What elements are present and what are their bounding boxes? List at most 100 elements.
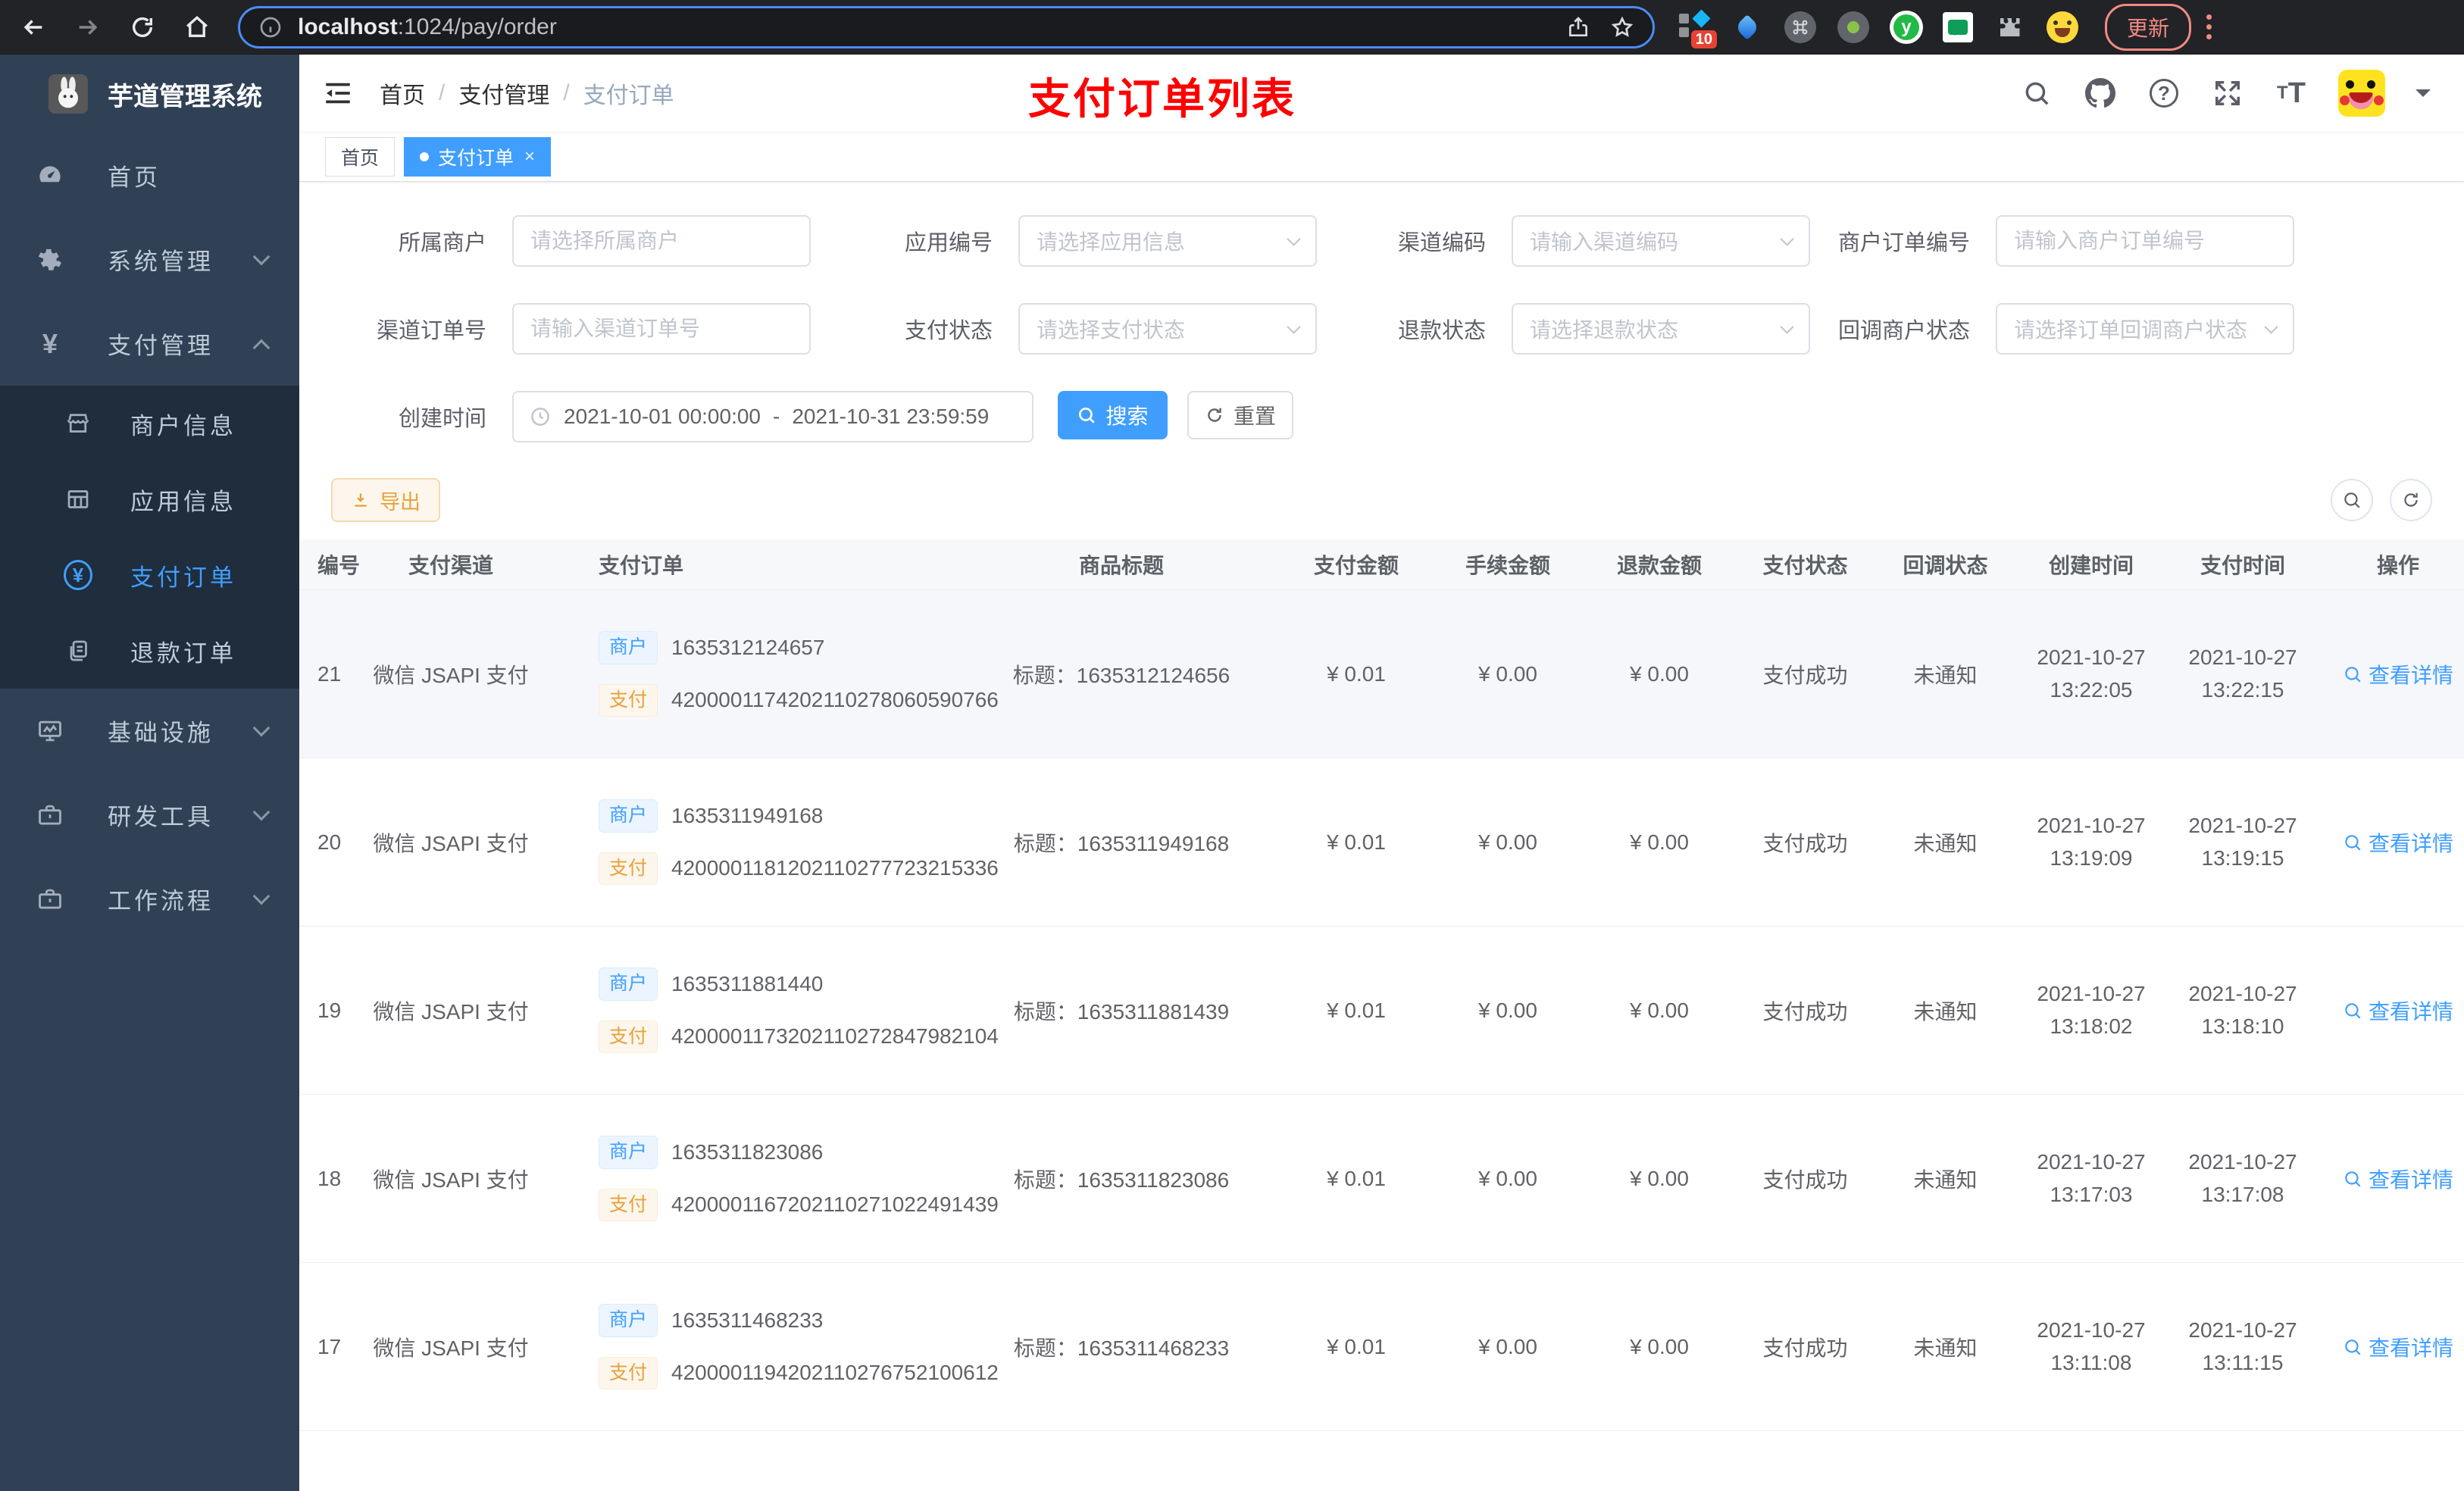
sidebar-item-home[interactable]: 首页 (0, 133, 299, 217)
pay-order-line: 支付 4200001181202110277723215336 (599, 852, 999, 885)
sidebar-item-app-info[interactable]: 应用信息 (0, 461, 299, 537)
cell-amount: ¥ 0.01 (1327, 661, 1386, 686)
extensions-puzzle-icon[interactable] (1993, 11, 2026, 44)
extension-y-icon[interactable]: y (1890, 10, 1923, 44)
refresh-table-button[interactable] (2390, 479, 2432, 521)
browser-update-button[interactable]: 更新 (2105, 3, 2192, 51)
cell-amount: ¥ 0.01 (1327, 1166, 1386, 1190)
browser-forward-button[interactable] (67, 6, 109, 48)
export-button[interactable]: 导出 (331, 478, 440, 522)
table-row: 20 微信 JSAPI 支付 商户 1635311949168 支付 42000… (299, 758, 2464, 927)
view-detail-link[interactable]: 查看详情 (2343, 659, 2453, 689)
address-bar[interactable]: localhost:1024/pay/order (238, 5, 1655, 48)
url-text[interactable]: localhost:1024/pay/order (298, 14, 1546, 40)
notify-status-select[interactable]: 请选择订单回调商户状态 (1996, 303, 2294, 355)
extension-chat-icon[interactable] (1943, 11, 1973, 42)
search-icon (1079, 408, 1096, 424)
tab-pay-order[interactable]: 支付订单 × (404, 137, 552, 177)
filter-refund-status: 退款状态 请选择退款状态 (1317, 303, 1810, 355)
dashboard-icon (35, 161, 65, 191)
app-logo[interactable]: 芋道管理系统 (0, 55, 299, 133)
table-row: 19 微信 JSAPI 支付 商户 1635311881440 支付 42000… (299, 927, 2464, 1095)
channel-order-no-input[interactable] (512, 303, 811, 355)
cell-refund: ¥ 0.00 (1630, 661, 1689, 686)
sidebar-collapse-icon[interactable] (322, 77, 354, 109)
filter-label: 渠道订单号 (376, 319, 486, 343)
forward-icon (79, 19, 98, 35)
merchant-input[interactable] (512, 215, 811, 267)
extension-command-icon[interactable] (1784, 11, 1817, 44)
reset-button[interactable]: 重置 (1187, 391, 1293, 439)
toggle-search-button[interactable] (2331, 479, 2373, 521)
filter-label: 渠道编码 (1397, 231, 1486, 255)
table-grid-icon (64, 485, 92, 514)
github-icon[interactable] (2084, 77, 2117, 110)
extensions-area: 10 y (1678, 8, 2079, 48)
merchant-order-no: 1635312124657 (671, 635, 825, 659)
merchant-order-no: 1635311823086 (671, 1139, 824, 1164)
cell-paid: 2021-10-27 13:11:15 (2188, 1318, 2297, 1374)
site-info-icon[interactable] (258, 15, 283, 39)
fullscreen-icon[interactable] (2211, 77, 2244, 110)
sidebar-item-payment[interactable]: ¥ 支付管理 (0, 302, 299, 386)
chevron-down-icon (1780, 319, 1794, 334)
refund-status-select[interactable]: 请选择退款状态 (1512, 303, 1810, 355)
merchant-order-no-field[interactable] (2014, 229, 2276, 253)
app-id-select[interactable]: 请选择应用信息 (1018, 215, 1317, 267)
browser-reload-button[interactable] (121, 6, 164, 48)
share-icon[interactable] (1566, 15, 1590, 39)
filter-label: 商户订单编号 (1837, 231, 1970, 255)
channel-order-no-field[interactable] (530, 317, 793, 341)
breadcrumb-separator: / (563, 80, 570, 105)
extension-balloon-icon[interactable] (1731, 11, 1764, 44)
help-icon[interactable]: ? (2147, 77, 2181, 110)
sidebar-item-infrastructure[interactable]: 基础设施 (0, 689, 299, 773)
browser-back-button[interactable] (12, 6, 55, 48)
view-detail-link[interactable]: 查看详情 (2343, 1164, 2453, 1194)
sidebar-item-label: 退款订单 (130, 639, 236, 667)
cell-refund: ¥ 0.00 (1630, 830, 1689, 854)
merchant-input-field[interactable] (530, 229, 793, 253)
pay-status-select[interactable]: 请选择支付状态 (1018, 303, 1317, 355)
sidebar-item-pay-order[interactable]: ¥ 支付订单 (0, 537, 299, 613)
extension-record-icon[interactable] (1837, 11, 1870, 44)
extension-blocks-icon[interactable]: 10 (1678, 8, 1717, 48)
filter-channel-code: 渠道编码 请输入渠道编码 (1317, 215, 1810, 267)
cell-fee: ¥ 0.00 (1478, 661, 1537, 686)
sidebar-item-dev-tools[interactable]: 研发工具 (0, 773, 299, 857)
view-detail-link[interactable]: 查看详情 (2343, 1332, 2453, 1362)
tab-home[interactable]: 首页 (325, 137, 396, 177)
briefcase-icon (35, 884, 65, 914)
sidebar-item-label: 支付管理 (108, 333, 214, 359)
search-icon[interactable] (2020, 77, 2053, 110)
payment-submenu: 商户信息 应用信息 ¥ 支付订单 退款订单 (0, 386, 299, 689)
table-toolbar: 导出 (299, 478, 2464, 522)
sidebar-item-merchant-info[interactable]: 商户信息 (0, 386, 299, 461)
cell-title: 标题：1635311468233 (1013, 1336, 1230, 1360)
sidebar-item-refund-order[interactable]: 退款订单 (0, 613, 299, 689)
close-icon[interactable]: × (524, 146, 535, 167)
avatar[interactable] (2338, 70, 2385, 117)
avatar-caret-icon[interactable] (2416, 89, 2431, 105)
browser-home-button[interactable] (176, 6, 218, 48)
search-button[interactable]: 搜索 (1058, 391, 1168, 439)
channel-code-select[interactable]: 请输入渠道编码 (1512, 215, 1810, 267)
table-row: 21 微信 JSAPI 支付 商户 1635312124657 支付 42000… (299, 590, 2464, 758)
view-detail-link[interactable]: 查看详情 (2343, 996, 2453, 1026)
sidebar-item-system[interactable]: 系统管理 (0, 217, 299, 302)
date-range-picker[interactable]: 2021-10-01 00:00:00 - 2021-10-31 23:59:5… (512, 391, 1033, 442)
bookmark-star-icon[interactable] (1610, 15, 1634, 39)
cell-amount: ¥ 0.01 (1327, 1334, 1386, 1358)
merchant-tag: 商户 (599, 1304, 658, 1337)
browser-menu-icon[interactable] (2206, 14, 2212, 39)
view-detail-link[interactable]: 查看详情 (2343, 827, 2453, 858)
extension-emoji-icon[interactable] (2046, 11, 2079, 44)
cell-channel: 微信 JSAPI 支付 (373, 831, 529, 855)
merchant-order-no-input[interactable] (1996, 215, 2294, 267)
filter-label: 创建时间 (398, 407, 486, 431)
breadcrumb-home[interactable]: 首页 (380, 77, 425, 110)
filter-label: 所属商户 (398, 231, 486, 255)
sidebar-item-workflow[interactable]: 工作流程 (0, 857, 299, 941)
breadcrumb-payment[interactable]: 支付管理 (458, 77, 549, 110)
font-size-icon[interactable]: TT (2275, 77, 2308, 110)
